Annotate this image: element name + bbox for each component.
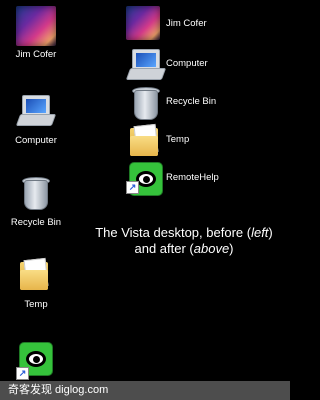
before-remotehelp-icon[interactable]: ↗ <box>0 340 72 380</box>
before-jim-cofer-label: Jim Cofer <box>15 49 57 60</box>
before-recycle-bin-label: Recycle Bin <box>10 217 62 228</box>
folder-icon <box>126 122 160 156</box>
before-computer-icon[interactable]: Computer <box>0 92 72 146</box>
caption-line2-prefix: and after ( <box>134 241 194 256</box>
caption: The Vista desktop, before (left) and aft… <box>84 225 284 257</box>
user-picture-icon <box>16 6 56 46</box>
after-temp-icon[interactable]: Temp <box>126 122 189 156</box>
before-temp-icon[interactable]: Temp <box>0 256 72 310</box>
after-computer-label: Computer <box>166 57 208 69</box>
after-temp-label: Temp <box>166 133 190 145</box>
caption-line-1: The Vista desktop, before (left) <box>84 225 284 241</box>
after-jim-cofer-icon[interactable]: Jim Cofer <box>126 6 207 40</box>
shortcut-arrow-icon: ↗ <box>126 181 139 194</box>
before-computer-label: Computer <box>15 135 57 146</box>
user-picture-icon <box>126 6 160 40</box>
shortcut-arrow-icon: ↗ <box>16 367 29 380</box>
before-recycle-bin-icon[interactable]: Recycle Bin <box>0 174 72 228</box>
caption-line2-em: above <box>193 241 230 256</box>
recycle-bin-icon <box>16 174 56 214</box>
after-remotehelp-icon[interactable]: ↗ RemoteHelp <box>126 160 219 196</box>
caption-line1-em: left <box>251 225 269 240</box>
caption-line1-prefix: The Vista desktop, before ( <box>95 225 252 240</box>
after-computer-icon[interactable]: Computer <box>125 46 208 80</box>
computer-icon <box>125 46 167 80</box>
before-temp-label: Temp <box>24 299 48 310</box>
after-jim-cofer-label: Jim Cofer <box>166 17 207 29</box>
eye-icon: ↗ <box>16 340 56 380</box>
folder-icon <box>16 256 56 296</box>
caption-line-2: and after (above) <box>84 241 284 257</box>
computer-icon <box>15 92 57 132</box>
after-recycle-bin-label: Recycle Bin <box>166 95 217 107</box>
recycle-bin-icon <box>126 84 160 120</box>
after-recycle-bin-icon[interactable]: Recycle Bin <box>126 84 217 120</box>
watermark: 奇客发现 diglog.com <box>0 381 290 400</box>
caption-line2-suffix: ) <box>229 241 234 256</box>
after-remotehelp-label: RemoteHelp <box>166 171 219 183</box>
before-jim-cofer-icon[interactable]: Jim Cofer <box>0 6 72 60</box>
caption-line1-suffix: ) <box>268 225 273 240</box>
eye-icon: ↗ <box>126 160 163 196</box>
